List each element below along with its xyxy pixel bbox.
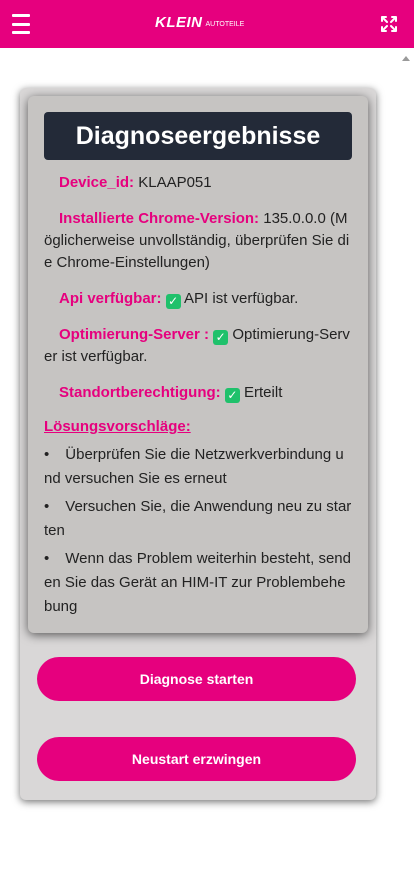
optimization-server-label: Optimierung-Server :	[59, 326, 210, 343]
logo: KLEIN AUTOTEILE	[155, 14, 244, 31]
list-item: • Wenn das Problem weiterhin besteht, sen…	[44, 550, 351, 615]
device-id-label: Device_id:	[59, 174, 135, 191]
api-value: API ist verfügbar.	[184, 290, 299, 307]
start-diagnosis-button[interactable]: Diagnose starten	[37, 657, 356, 701]
location-permission-label: Standortberechtigung:	[59, 384, 221, 401]
fullscreen-icon[interactable]	[380, 15, 398, 33]
results-title: Diagnoseergebnisse	[44, 112, 352, 160]
scroll-up-arrow-icon[interactable]	[402, 56, 410, 61]
hamburger-icon[interactable]	[12, 14, 30, 34]
device-id-row: Device_id: KLAAP051	[44, 172, 352, 194]
diagnosis-results-panel: Diagnoseergebnisse Device_id: KLAAP051 I…	[28, 96, 368, 633]
logo-subtitle: AUTOTEILE	[205, 21, 245, 28]
device-id-value: KLAAP051	[138, 174, 212, 191]
solutions-heading: Lösungsvorschläge:	[44, 418, 191, 435]
location-permission-value: Erteilt	[244, 384, 283, 401]
solution-text: Überprüfen Sie die Netzwerkverbindung un…	[44, 446, 344, 487]
list-item: • Überprüfen Sie die Netzwerkverbindung u…	[44, 446, 344, 487]
logo-brand: KLEIN	[155, 14, 203, 31]
location-permission-row: Standortberechtigung: ✓ Erteilt	[44, 382, 352, 404]
list-item: • Versuchen Sie, die Anwendung neu zu sta…	[44, 498, 352, 539]
solution-text: Versuchen Sie, die Anwendung neu zu star…	[44, 498, 352, 539]
optimization-server-row: Optimierung-Server : ✓ Optimierung-Serve…	[44, 324, 352, 368]
checkmark-icon: ✓	[224, 388, 240, 403]
app-header: KLEIN AUTOTEILE	[0, 0, 414, 48]
checkmark-icon: ✓	[213, 330, 229, 345]
chrome-version-row: Installierte Chrome-Version: 135.0.0.0 (…	[44, 208, 352, 274]
checkmark-icon: ✓	[165, 294, 181, 309]
solutions-list: • Überprüfen Sie die Netzwerkverbindung u…	[44, 443, 352, 619]
solution-text: Wenn das Problem weiterhin besteht, send…	[44, 550, 351, 615]
api-label: Api verfügbar:	[59, 290, 162, 307]
api-row: Api verfügbar: ✓ API ist verfügbar.	[44, 288, 352, 310]
scrollbar[interactable]	[400, 48, 414, 869]
force-restart-button[interactable]: Neustart erzwingen	[37, 737, 356, 781]
chrome-version-label: Installierte Chrome-Version:	[59, 210, 260, 227]
